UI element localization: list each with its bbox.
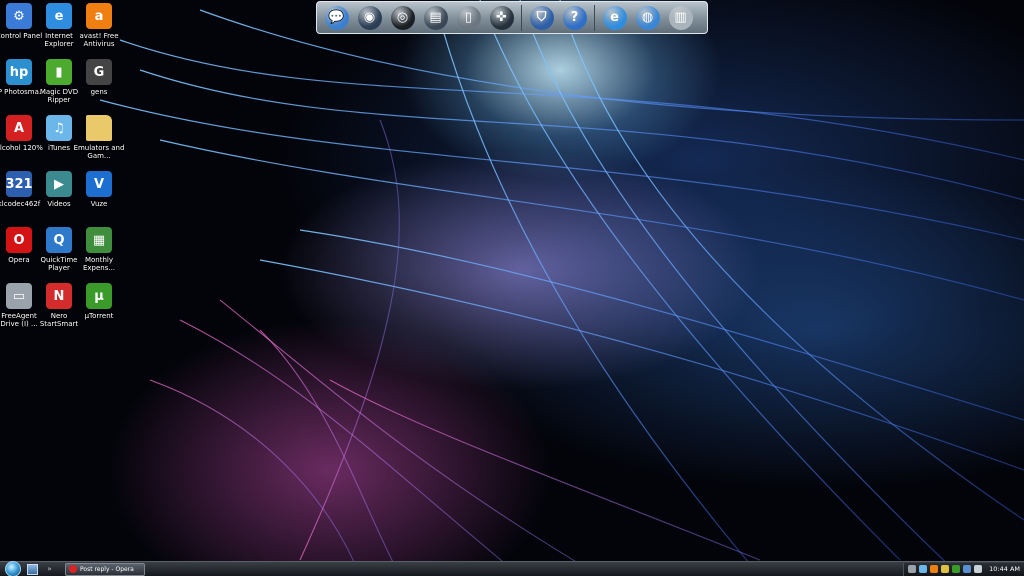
tray-volume-icon[interactable]	[974, 565, 983, 573]
desktop-icon-label: avast! Free Antivirus	[79, 32, 119, 48]
chat-bubble-icon: 💬	[324, 5, 349, 30]
dock-item-recycle-bin[interactable]: ▥	[665, 3, 696, 32]
desktop-icon-folder[interactable]: Emulators and Gam...	[74, 115, 124, 160]
desktop-wallpaper	[0, 0, 1024, 576]
desktop-icon-label: gens	[90, 88, 108, 96]
gamepad-icon: ✜	[489, 5, 514, 30]
control-panel-icon: ⚙	[6, 3, 32, 29]
magic-dvd-ripper-icon: ▮	[46, 59, 72, 85]
itunes-icon: ♫	[46, 115, 72, 141]
folder-icon	[86, 115, 112, 141]
tray-network-icon[interactable]	[963, 565, 972, 573]
dock-item-internet-explorer[interactable]: e	[599, 3, 630, 32]
taskbar-button-opera[interactable]: Post reply - Opera	[65, 562, 145, 576]
tray-drive-icon[interactable]	[908, 565, 917, 573]
shield-icon: ⛉	[529, 5, 554, 30]
hp-photosmart-icon: hp	[6, 59, 32, 85]
internet-explorer-icon: e	[602, 5, 627, 30]
desktop-icon-vuze[interactable]: V Vuze	[76, 171, 122, 208]
vuze-icon: V	[86, 171, 112, 197]
tray-update-icon[interactable]	[941, 565, 950, 573]
wallpaper-streaks	[99, 0, 1024, 576]
speaker-icon: ◎	[390, 5, 415, 30]
dock-item-gamepad[interactable]: ✜	[486, 3, 517, 32]
spreadsheet-icon: ▦	[86, 227, 112, 253]
dock-item-shield[interactable]: ⛉	[526, 3, 557, 32]
taskbar-clock[interactable]: 10:44 AM	[989, 565, 1020, 573]
help-icon: ?	[562, 5, 587, 30]
desktop-icon-utorrent[interactable]: µ µTorrent	[76, 283, 122, 320]
desktop-icon-label: Monthly Expens...	[82, 256, 116, 272]
taskbar-button-label: Post reply - Opera	[80, 565, 134, 573]
trash-can-icon: ▯	[456, 5, 481, 30]
camera-icon: ◉	[357, 5, 382, 30]
dock-item-help[interactable]: ?	[559, 3, 590, 32]
dock-item-clapperboard[interactable]: ▤	[420, 3, 451, 32]
utorrent-icon: µ	[86, 283, 112, 309]
tray-utorrent-icon[interactable]	[952, 565, 961, 573]
internet-explorer-icon: e	[46, 3, 72, 29]
dock-item-globe[interactable]: ◍	[632, 3, 663, 32]
gens-icon: G	[86, 59, 112, 85]
dock-item-camera[interactable]: ◉	[354, 3, 385, 32]
desktop-icon-label: Vuze	[90, 200, 108, 208]
top-dock: 💬 ◉ ◎ ▤ ▯ ✜ ⛉? e ◍ ▥	[316, 1, 708, 34]
dock-separator	[521, 4, 522, 31]
desktop-icon-gens[interactable]: Ggens	[76, 59, 122, 96]
drive-icon: ▭	[6, 283, 32, 309]
desktop-icon-spreadsheet[interactable]: ▦ Monthly Expens...	[76, 227, 122, 272]
opera-icon: O	[6, 227, 32, 253]
start-button[interactable]	[5, 561, 21, 576]
nero-icon: N	[46, 283, 72, 309]
videos-icon: ▶	[46, 171, 72, 197]
system-tray: 10:44 AM	[903, 562, 1024, 576]
taskbar: » Post reply - Opera 10:44 AM	[0, 561, 1024, 576]
quicktime-icon: Q	[46, 227, 72, 253]
tray-avast-icon[interactable]	[930, 565, 939, 573]
show-desktop-icon[interactable]	[27, 563, 38, 575]
dock-item-speaker[interactable]: ◎	[387, 3, 418, 32]
dock-item-chat-bubble[interactable]: 💬	[321, 3, 352, 32]
dock-separator	[594, 4, 595, 31]
alcohol-120-icon: A	[6, 115, 32, 141]
avast-icon: a	[86, 3, 112, 29]
dock-item-trash-can[interactable]: ▯	[453, 3, 484, 32]
tray-itunes-icon[interactable]	[919, 565, 928, 573]
desktop-icon-label: Emulators and Gam...	[73, 144, 125, 160]
quick-launch-chevron-icon[interactable]: »	[44, 564, 55, 575]
klcodec-icon: 321	[5, 171, 33, 197]
desktop-icon-label: µTorrent	[84, 312, 114, 320]
clapperboard-icon: ▤	[423, 5, 448, 30]
recycle-bin-icon: ▥	[668, 5, 693, 30]
opera-icon	[69, 565, 77, 573]
globe-icon: ◍	[635, 5, 660, 30]
desktop-icon-avast[interactable]: a avast! Free Antivirus	[76, 3, 122, 48]
